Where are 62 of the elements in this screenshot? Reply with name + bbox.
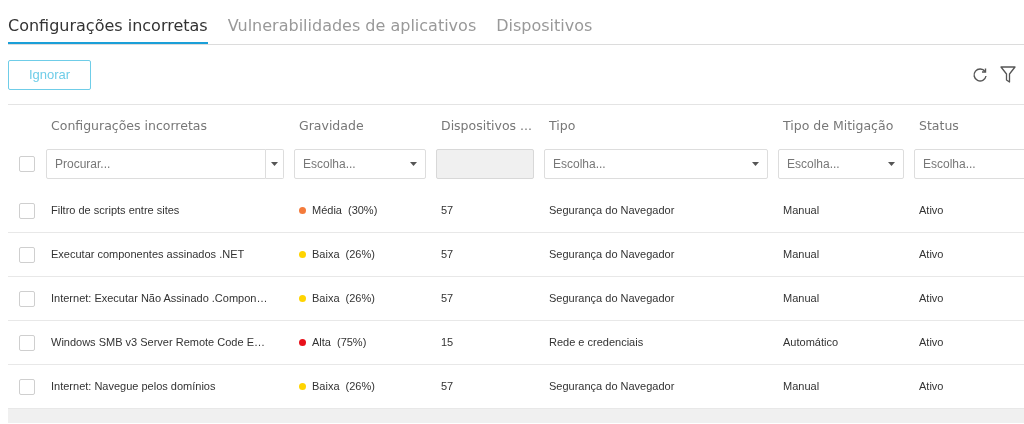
caret-icon [888,162,895,166]
table-cell-text: 15 [441,335,454,351]
checkbox[interactable] [19,334,35,351]
tab[interactable]: Dispositivos [496,14,593,44]
table-cell-text: Filtro de scripts entre sites [51,203,180,219]
caret-icon [271,162,278,166]
search-field[interactable]: Procurar... [46,149,266,179]
checkbox[interactable] [19,378,35,395]
dropdown-button[interactable] [266,149,284,179]
table-cell-text: Ativo [919,247,944,263]
table-cell-text: Baixa [312,247,340,263]
column-header: Dispositivos ... [441,118,532,133]
table-cell-text: 57 [441,379,454,395]
table-cell-text: Segurança do Navegador [549,247,675,263]
select-field[interactable]: Escolha... [294,149,426,179]
table-cell-text: 57 [441,247,454,263]
table-cell-text: 57 [441,291,454,307]
table-cell-text: Manual [783,291,820,307]
table-cell-text: (30%) [347,203,378,219]
select-field[interactable]: Escolha... [914,149,1024,179]
table-cell-text: Segurança do Navegador [549,379,675,395]
checkbox[interactable] [19,156,35,172]
column-header: Tipo de Mitigação [783,118,894,133]
table-cell-text: Manual [783,379,820,395]
table-cell-text: Ativo [919,379,944,395]
column-header: Gravidade [299,118,364,133]
table-cell-text: Rede e credenciais [549,335,644,351]
table-cell-text: Segurança do Navegador [549,203,675,219]
caret-icon [752,162,759,166]
select-field[interactable]: Escolha... [544,149,768,179]
table-cell-text: Segurança do Navegador [549,291,675,307]
table-cell-text: Internet: Navegue pelos domínios [51,379,216,395]
checkbox[interactable] [19,202,35,219]
table-cell-text: Automático [783,335,839,351]
column-header: Status [919,118,959,133]
table-cell-text: Ativo [919,335,944,351]
table-cell-text: (26%) [345,247,375,263]
table-cell-text: (75%) [336,335,367,351]
filter-icon[interactable] [1000,65,1016,84]
table-cell-text: Alta [312,335,331,351]
table-cell-text: (26%) [345,291,375,307]
tab[interactable]: Vulnerabilidades de aplicativos [227,14,477,44]
checkbox[interactable] [19,290,35,307]
table-cell-text: Média [312,203,342,219]
table-cell-text: Ativo [919,203,944,219]
table-cell-text: Internet: Executar Não Assinado .Compon… [51,291,268,307]
table-cell-text: (26%) [345,379,375,395]
table-cell-text: Baixa [312,291,340,307]
caret-icon [410,162,417,166]
table-cell-text: Executar componentes assinados .NET [51,247,245,263]
table-cell-text: Manual [783,247,820,263]
column-header: Configurações incorretas [51,118,207,133]
table-cell-text: Manual [783,203,820,219]
column-header: Tipo [549,118,576,133]
tab[interactable]: Configurações incorretas [8,14,208,44]
table-cell-text: 57 [441,203,454,219]
checkbox[interactable] [19,246,35,263]
table-cell-text: Baixa [312,379,340,395]
table-cell-text: Windows SMB v3 Server Remote Code E… [51,335,265,351]
select-field[interactable]: Escolha... [778,149,904,179]
refresh-icon[interactable] [972,66,988,83]
table-cell-text: Ativo [919,291,944,307]
